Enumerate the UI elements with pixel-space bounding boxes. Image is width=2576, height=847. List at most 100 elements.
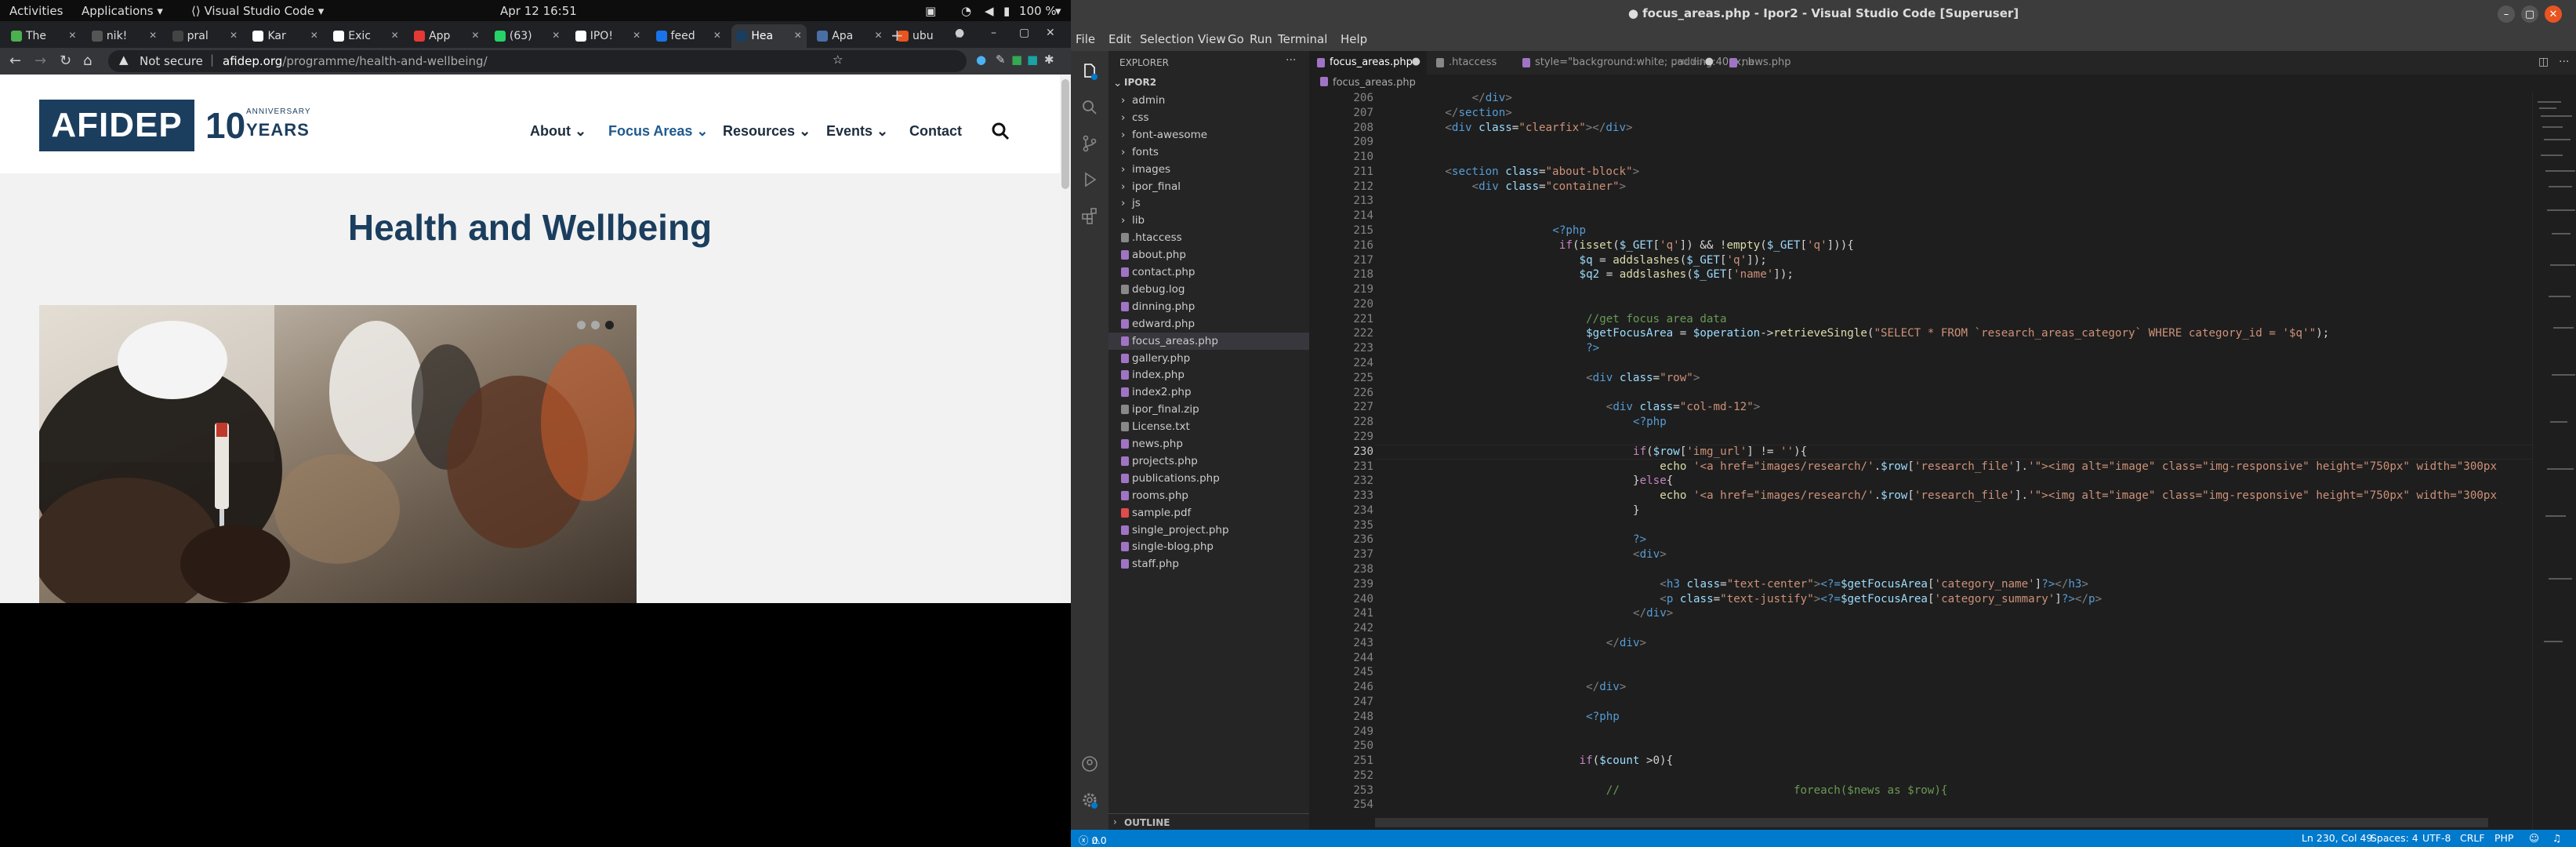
account-icon[interactable] bbox=[1080, 754, 1099, 773]
browser-tab[interactable]: nik! ✕ bbox=[87, 24, 161, 48]
search-icon[interactable] bbox=[991, 122, 1010, 140]
indentation[interactable]: Spaces: 4 bbox=[2371, 832, 2418, 844]
applications-menu[interactable]: Applications ▾ bbox=[82, 4, 163, 18]
menu-item[interactable]: Edit bbox=[1108, 32, 1131, 46]
root-folder[interactable]: ⌄ IPOR2 bbox=[1108, 75, 1309, 92]
extensions-puzzle-icon[interactable]: ✱ bbox=[1044, 53, 1054, 67]
tree-folder[interactable]: › js bbox=[1108, 194, 1309, 212]
cursor-position[interactable]: Ln 230, Col 49 bbox=[2302, 832, 2372, 844]
media-control-icon[interactable]: ● bbox=[955, 27, 964, 39]
tree-folder[interactable]: › admin bbox=[1108, 92, 1309, 109]
reload-icon[interactable]: ↻ bbox=[60, 53, 71, 69]
nav-item[interactable]: Focus Areas ⌄ bbox=[608, 123, 708, 140]
menu-item[interactable]: Go bbox=[1228, 32, 1244, 46]
clipboard-icon[interactable]: ▣ bbox=[925, 4, 936, 18]
tree-file[interactable]: dinning.php bbox=[1108, 298, 1309, 315]
tree-file[interactable]: rooms.php bbox=[1108, 487, 1309, 504]
tree-file[interactable]: ipor_final.zip bbox=[1108, 401, 1309, 418]
minimize-button[interactable]: – bbox=[2498, 5, 2515, 23]
tree-file[interactable]: debug.log bbox=[1108, 281, 1309, 298]
forward-icon[interactable]: → bbox=[34, 53, 46, 69]
search-icon[interactable] bbox=[1080, 98, 1099, 117]
breadcrumb[interactable]: focus_areas.php bbox=[1309, 75, 2576, 92]
slider-dot-2[interactable] bbox=[591, 321, 600, 329]
slider-image[interactable] bbox=[39, 305, 637, 603]
tree-folder[interactable]: › font-awesome bbox=[1108, 126, 1309, 144]
browser-close-button[interactable]: ✕ bbox=[1046, 27, 1055, 39]
browser-tab[interactable]: Kar ✕ bbox=[248, 24, 322, 48]
slider-dot-3[interactable] bbox=[605, 321, 614, 329]
tree-file[interactable]: sample.pdf bbox=[1108, 504, 1309, 522]
activities-button[interactable]: Activities bbox=[9, 4, 63, 18]
tree-folder[interactable]: › images bbox=[1108, 161, 1309, 178]
editor-tab[interactable]: focus_areas.php ● bbox=[1309, 51, 1427, 75]
browser-tab[interactable]: The ✕ bbox=[6, 24, 81, 48]
unsaved-dot-icon[interactable]: ● bbox=[1705, 56, 1714, 67]
battery-icon[interactable]: ▮ bbox=[1003, 4, 1010, 18]
editor-more-icon[interactable]: ··· bbox=[2559, 56, 2569, 68]
system-menu-arrow[interactable]: ▾ bbox=[1055, 4, 1061, 18]
tree-file[interactable]: projects.php bbox=[1108, 453, 1309, 470]
nav-item[interactable]: Contact bbox=[909, 123, 962, 140]
tree-file[interactable]: single-blog.php bbox=[1108, 538, 1309, 555]
tree-file[interactable]: .htaccess bbox=[1108, 229, 1309, 246]
extension-icon-2[interactable]: ✎ bbox=[996, 53, 1006, 67]
tab-close-icon[interactable]: ✕ bbox=[552, 30, 560, 41]
tree-file[interactable]: news.php bbox=[1108, 435, 1309, 453]
menu-item[interactable]: File bbox=[1076, 32, 1095, 46]
menu-item[interactable]: Terminal bbox=[1278, 32, 1327, 46]
tree-folder[interactable]: › lib bbox=[1108, 212, 1309, 229]
slider-dot-1[interactable] bbox=[577, 321, 586, 329]
tree-file[interactable]: focus_areas.php bbox=[1108, 332, 1309, 350]
editor-tab[interactable]: .htaccess bbox=[1428, 51, 1513, 75]
menu-item[interactable]: View bbox=[1198, 32, 1226, 46]
code-view[interactable]: 206 </div> 207 </section> 208 <div class="cle… bbox=[1309, 92, 2532, 830]
tab-close-icon[interactable]: ✕ bbox=[875, 30, 883, 41]
afidep-logo[interactable]: AFIDEP bbox=[39, 100, 194, 151]
browser-tab[interactable]: pral ✕ bbox=[168, 24, 242, 48]
tree-folder[interactable]: › ipor_final bbox=[1108, 178, 1309, 195]
browser-tab[interactable]: IPO! ✕ bbox=[571, 24, 645, 48]
menu-item[interactable]: Run bbox=[1250, 32, 1272, 46]
horizontal-scrollbar[interactable] bbox=[1375, 818, 2488, 827]
feedback-icon[interactable]: ☺ bbox=[2529, 832, 2539, 844]
clock[interactable]: Apr 12 16:51 bbox=[500, 4, 577, 18]
outline-section[interactable]: › OUTLINE bbox=[1108, 813, 1309, 830]
tab-close-icon[interactable]: ✕ bbox=[713, 30, 721, 41]
address-bar[interactable]: ▲ Not secure | afidep.org/programme/heal… bbox=[108, 50, 967, 72]
maximize-button[interactable]: ▢ bbox=[2521, 5, 2538, 23]
browser-minimize-button[interactable]: – bbox=[991, 27, 996, 39]
tab-close-icon[interactable]: ✕ bbox=[391, 30, 399, 41]
extension-icon-4[interactable]: ■ bbox=[1027, 53, 1038, 67]
tree-folder[interactable]: › css bbox=[1108, 109, 1309, 126]
tree-file[interactable]: contact.php bbox=[1108, 264, 1309, 281]
source-control-icon[interactable] bbox=[1080, 134, 1099, 153]
browser-tab[interactable]: App ✕ bbox=[409, 24, 484, 48]
editor-tab[interactable]: style="background:white; padding:40px; b… bbox=[1515, 51, 1754, 75]
tree-file[interactable]: gallery.php bbox=[1108, 350, 1309, 367]
editor-tab[interactable]: news.php bbox=[1722, 51, 1808, 75]
bookmark-star-icon[interactable]: ☆ bbox=[833, 53, 843, 67]
settings-gear-icon[interactable] bbox=[1080, 791, 1099, 809]
extension-icon-3[interactable]: ■ bbox=[1011, 53, 1022, 67]
home-icon[interactable]: ⌂ bbox=[83, 53, 92, 69]
browser-tab[interactable]: Apa ✕ bbox=[812, 24, 887, 48]
tree-folder[interactable]: › fonts bbox=[1108, 144, 1309, 161]
browser-tab[interactable]: (63) ✕ bbox=[490, 24, 564, 48]
page-scrollbar[interactable] bbox=[1060, 75, 1071, 603]
run-debug-icon[interactable] bbox=[1080, 170, 1099, 189]
tab-close-icon[interactable]: ✕ bbox=[68, 30, 76, 41]
wifi-icon[interactable]: ◔ bbox=[961, 4, 971, 18]
language-mode[interactable]: PHP bbox=[2494, 832, 2513, 844]
close-button[interactable]: ✕ bbox=[2545, 5, 2562, 23]
notifications-bell-icon[interactable]: ♫ bbox=[2552, 832, 2561, 844]
browser-tab[interactable]: feed ✕ bbox=[651, 24, 726, 48]
more-actions-icon[interactable]: ··· bbox=[1286, 54, 1296, 67]
extensions-icon[interactable] bbox=[1080, 206, 1099, 225]
volume-icon[interactable]: ◀ bbox=[985, 4, 994, 18]
nav-item[interactable]: Resources ⌄ bbox=[723, 123, 811, 140]
tab-close-icon[interactable]: ✕ bbox=[633, 30, 640, 41]
current-app-indicator[interactable]: ⟨⟩ Visual Studio Code ▾ bbox=[191, 4, 324, 18]
tab-close-icon[interactable]: ✕ bbox=[230, 30, 238, 41]
minimap[interactable] bbox=[2532, 92, 2576, 830]
